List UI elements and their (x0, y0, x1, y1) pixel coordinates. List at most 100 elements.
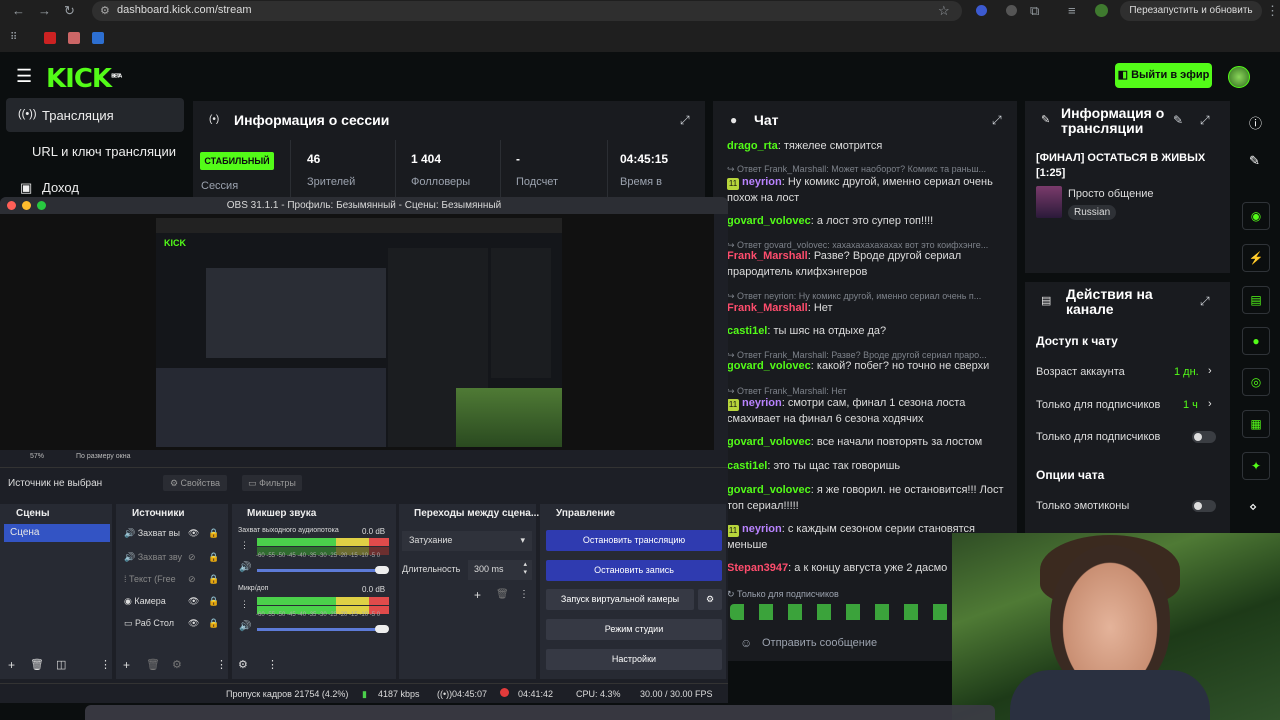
profile-icon[interactable] (1095, 4, 1108, 17)
more-icon[interactable]: ⋮ (267, 658, 278, 671)
volume-slider[interactable] (257, 628, 387, 631)
source-item[interactable]: ▭ Раб Стол 👁 🔒 (124, 618, 224, 629)
account-age-value[interactable]: 1 дн. (1174, 366, 1199, 378)
hamburger-menu-icon[interactable]: ☰ (16, 66, 32, 87)
source-item[interactable]: ⁞ Текст (Free ⊘ 🔒 (124, 574, 224, 584)
apps-grid-icon[interactable]: ⠿ (10, 32, 17, 43)
edit-icon[interactable]: ✎ (1249, 153, 1260, 169)
add-icon[interactable]: + (8, 658, 15, 672)
trash-icon[interactable]: 🗑 (30, 658, 44, 671)
back-icon[interactable]: ← (12, 3, 25, 18)
address-bar[interactable]: ⚙ dashboard.kick.com/stream (92, 1, 962, 21)
category-thumbnail[interactable] (1036, 186, 1062, 218)
source-item[interactable]: 🔊 Захват зву ⊘ 🔒 (124, 552, 224, 563)
lightning-icon[interactable]: ⚡ (1242, 244, 1270, 272)
avatar[interactable] (1228, 66, 1250, 88)
document-icon[interactable]: ▤ (1242, 286, 1270, 314)
bookmark-icon[interactable] (92, 32, 104, 44)
fit-mode[interactable]: По размеру окна (76, 453, 130, 460)
expand-icon[interactable]: ⤢ (1200, 113, 1210, 128)
camera-icon[interactable]: ◉ (1242, 202, 1270, 230)
chat-bubble-icon[interactable]: ● (1242, 327, 1270, 355)
puzzle-icon[interactable]: ⧉ (1030, 3, 1039, 19)
wrench-icon[interactable]: ✦ (1242, 452, 1270, 480)
info-icon[interactable]: ⓘ (1249, 113, 1262, 132)
more-icon[interactable]: ⋮ (100, 658, 111, 671)
add-icon[interactable]: + (123, 658, 130, 672)
more-icon[interactable]: ⋮ (519, 589, 529, 600)
subs-only-toggle[interactable] (1192, 431, 1216, 443)
restart-update-button[interactable]: Перезапустить и обновить (1120, 1, 1262, 21)
scene-item[interactable]: Сцена (4, 524, 110, 542)
more-icon[interactable]: ⋮ (240, 599, 249, 610)
filters-button[interactable]: ▭ Фильтры (242, 475, 302, 491)
expand-icon[interactable]: ⤢ (1200, 294, 1210, 309)
speaker-icon[interactable]: 🔊 (239, 562, 251, 573)
chat-message: 11 neyrion: смотри сам, финал 1 сезона ло… (727, 397, 966, 425)
speaker-icon[interactable]: 🔊 (239, 621, 251, 632)
emote-bar[interactable] (730, 604, 950, 620)
obs-preview[interactable]: KICK (0, 214, 714, 450)
reading-list-icon[interactable]: ≡ (1068, 3, 1076, 18)
duration-input[interactable]: 300 ms ▴ ▾ (468, 560, 532, 580)
settings-button[interactable]: Настройки (546, 649, 722, 670)
properties-button[interactable]: ⚙ Свойства (163, 475, 227, 491)
duration-label: Длительность (402, 564, 461, 574)
nav-item-url-key[interactable]: URL и ключ трансляции (6, 134, 184, 168)
nav-item-stream[interactable]: ((•)) Трансляция (6, 98, 184, 132)
maximize-icon[interactable] (37, 201, 46, 210)
bookmark-icon[interactable] (68, 32, 80, 44)
expand-icon[interactable]: ⤢ (680, 113, 690, 128)
bookmark-star-icon[interactable]: ☆ (938, 3, 950, 19)
slider-knob[interactable] (375, 566, 389, 574)
extension-icon[interactable] (1006, 5, 1017, 16)
filter-icon[interactable]: ◫ (56, 658, 66, 671)
youtube-bookmark-icon[interactable] (44, 32, 56, 44)
expand-icon[interactable]: ⤢ (992, 113, 1002, 128)
extension-icon[interactable] (976, 5, 987, 16)
transition-select[interactable]: Затухание ▾ (402, 531, 532, 551)
forward-icon[interactable]: → (38, 3, 51, 18)
gear-icon[interactable]: ⚙ (172, 658, 182, 671)
more-icon[interactable]: ⋮ (216, 658, 227, 671)
emotes-only-toggle[interactable] (1192, 500, 1216, 512)
macos-dock[interactable] (85, 705, 995, 720)
layers-icon[interactable]: ▦ (1242, 410, 1270, 438)
gear-icon[interactable]: ⚙ (698, 589, 722, 610)
slider-knob[interactable] (375, 625, 389, 633)
category-name[interactable]: Просто общение (1068, 188, 1154, 200)
live-time: 04:45:07 (452, 689, 488, 699)
virtual-camera-button[interactable]: Запуск виртуальной камеры (546, 589, 694, 610)
lock-icon: 🔒 (208, 618, 220, 628)
add-icon[interactable]: + (474, 588, 481, 602)
broadcast-icon[interactable]: ◎ (1242, 368, 1270, 396)
stop-stream-button[interactable]: Остановить трансляцию (546, 530, 722, 551)
volume-slider[interactable] (257, 569, 387, 572)
site-info-icon[interactable]: ⚙ (100, 4, 110, 17)
stop-recording-button[interactable]: Остановить запись (546, 560, 722, 581)
stat-label: Зрителей (307, 176, 356, 188)
source-item[interactable]: ◉ Камера 👁 🔒 (124, 596, 224, 607)
trash-icon[interactable]: 🗑 (146, 658, 160, 671)
emoji-icon[interactable]: ☺ (740, 636, 752, 650)
chat-input[interactable]: ☺ Отправить сообщение (728, 628, 958, 656)
kick-logo[interactable]: KICKBETA (46, 64, 122, 94)
reload-icon[interactable]: ↻ (64, 3, 75, 19)
studio-mode-button[interactable]: Режим студии (546, 619, 722, 640)
followers-only-value[interactable]: 1 ч (1183, 399, 1198, 411)
menu-dots-icon[interactable]: ⋮ (1266, 3, 1279, 19)
obs-title-bar: OBS 31.1.1 - Профиль: Безымянный - Сцены… (0, 197, 728, 214)
close-icon[interactable] (7, 201, 16, 210)
stat-value: - (516, 152, 520, 166)
edit-icon[interactable]: ✎ (1173, 113, 1183, 127)
more-icon[interactable]: ⋮ (240, 540, 249, 551)
share-icon[interactable]: ⋄ (1249, 499, 1257, 515)
go-live-button[interactable]: ◧ Выйти в эфир (1115, 63, 1212, 88)
minimize-icon[interactable] (22, 201, 31, 210)
trash-icon[interactable]: 🗑 (496, 589, 509, 600)
source-item[interactable]: 🔊 Захват вы 👁 🔒 (124, 528, 224, 539)
gear-icon[interactable]: ⚙ (238, 658, 248, 671)
chevron-right-icon[interactable]: › (1208, 398, 1212, 410)
chevron-right-icon[interactable]: › (1208, 365, 1212, 377)
mixer-channel-name: Микр/доп (238, 585, 269, 592)
